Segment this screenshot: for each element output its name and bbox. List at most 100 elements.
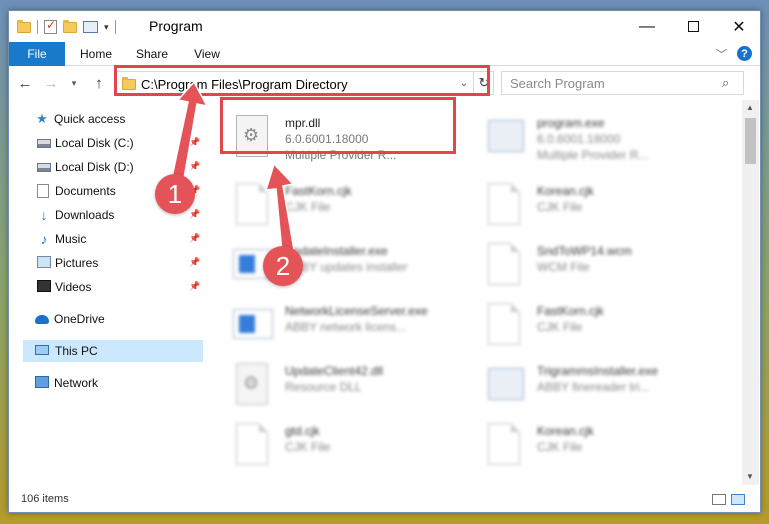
file-type: WCM File bbox=[537, 260, 590, 274]
file-name: TrigrammsInstaller.exe bbox=[537, 364, 658, 378]
file-item[interactable]: Korean.cjk CJK File bbox=[465, 416, 705, 472]
file-item[interactable]: FastKorn.cjk CJK File bbox=[213, 176, 453, 232]
file-name: Korean.cjk bbox=[537, 184, 594, 198]
file-name: SndToWP14.wcm bbox=[537, 244, 632, 258]
file-item-program-exe[interactable]: program.exe 6.0.6001.18000 Multiple Prov… bbox=[465, 108, 705, 164]
star-icon: ★ bbox=[36, 111, 48, 126]
file-item[interactable]: UpdateInstaller.exe ABBY updates install… bbox=[213, 236, 453, 292]
sidebar-item-pictures[interactable]: Pictures 📌 bbox=[9, 252, 203, 274]
help-icon[interactable]: ? bbox=[737, 46, 752, 61]
tab-file[interactable]: File bbox=[9, 42, 65, 66]
document-file-icon bbox=[236, 423, 268, 465]
document-file-icon bbox=[488, 243, 520, 285]
sidebar-item-music[interactable]: ♪ Music 📌 bbox=[9, 228, 203, 250]
file-name: FastKorn.cjk bbox=[285, 184, 352, 198]
application-icon bbox=[233, 309, 273, 339]
scroll-up-arrow-icon[interactable]: ▲ bbox=[746, 103, 754, 112]
vertical-scrollbar[interactable]: ▲ ▼ bbox=[742, 100, 759, 485]
file-name: UpdateClient42.dll bbox=[285, 364, 384, 378]
folder-icon[interactable] bbox=[17, 19, 31, 33]
properties-check-icon[interactable] bbox=[44, 18, 57, 34]
sidebar-item-quick-access[interactable]: ★ Quick access bbox=[9, 108, 203, 130]
file-name: FastKorn.cjk bbox=[537, 304, 604, 318]
file-type: CJK File bbox=[537, 320, 583, 334]
sidebar-item-label: Quick access bbox=[54, 112, 126, 126]
installer-icon bbox=[488, 368, 524, 400]
up-arrow-icon[interactable]: ↑ bbox=[89, 73, 109, 93]
sidebar-item-label: Videos bbox=[55, 280, 92, 294]
quick-access-toolbar: ▾ bbox=[17, 17, 116, 37]
file-details: program.exe 6.0.6001.18000 Multiple Prov… bbox=[537, 115, 648, 163]
file-highlight bbox=[220, 97, 456, 154]
file-item[interactable]: gtd.cjk CJK File bbox=[213, 416, 453, 472]
new-folder-icon[interactable] bbox=[63, 19, 77, 33]
network-icon bbox=[35, 376, 49, 388]
tab-home[interactable]: Home bbox=[67, 42, 125, 66]
file-name: gtd.cjk bbox=[285, 424, 320, 438]
view-options-icon[interactable] bbox=[83, 21, 98, 33]
maximize-button[interactable] bbox=[670, 11, 716, 42]
step-2-badge: 2 bbox=[263, 246, 303, 286]
sidebar-item-videos[interactable]: Videos 📌 bbox=[9, 276, 203, 298]
minimize-button[interactable]: — bbox=[624, 11, 670, 42]
document-file-icon bbox=[488, 183, 520, 225]
document-file-icon bbox=[488, 423, 520, 465]
pin-icon: 📌 bbox=[189, 209, 201, 219]
file-details: FastKorn.cjk CJK File bbox=[537, 303, 604, 335]
video-icon bbox=[37, 280, 51, 292]
step-1-badge: 1 bbox=[155, 174, 195, 214]
pictures-icon bbox=[37, 256, 51, 268]
sidebar-item-local-disk-c[interactable]: Local Disk (C:) 📌 bbox=[9, 132, 203, 154]
file-type: CJK File bbox=[285, 440, 331, 454]
sidebar-item-label: Local Disk (D:) bbox=[55, 160, 134, 174]
download-icon: ↓ bbox=[40, 207, 48, 223]
file-list: mpr.dll 6.0.6001.18000 Multiple Provider… bbox=[213, 100, 741, 485]
sidebar-item-label: Documents bbox=[55, 184, 116, 198]
tiles-view-icon[interactable] bbox=[731, 494, 745, 505]
file-details: TrigrammsInstaller.exe ABBY finereader t… bbox=[537, 363, 658, 395]
cloud-icon bbox=[35, 315, 49, 324]
scrollbar-thumb[interactable] bbox=[745, 118, 756, 164]
sidebar-item-onedrive[interactable]: OneDrive bbox=[9, 308, 203, 330]
item-count: 106 items bbox=[21, 493, 69, 505]
close-button[interactable]: ✕ bbox=[716, 11, 760, 42]
toolbar-separator bbox=[114, 20, 116, 34]
file-item[interactable]: NetworkLicenseServer.exe ABBY network li… bbox=[213, 296, 453, 352]
tab-share[interactable]: Share bbox=[125, 42, 179, 66]
documents-icon bbox=[37, 184, 49, 198]
file-type: ABBY updates installer bbox=[285, 260, 408, 274]
toolbar-separator bbox=[37, 20, 38, 34]
file-item[interactable]: FastKorn.cjk CJK File bbox=[465, 296, 705, 352]
file-item[interactable]: Korean.cjk CJK File bbox=[465, 176, 705, 232]
document-file-icon bbox=[236, 183, 268, 225]
ribbon-tabs: File Home Share View ﹀ ? bbox=[9, 42, 760, 66]
music-icon: ♪ bbox=[40, 231, 48, 247]
sidebar-item-label: Network bbox=[54, 376, 99, 390]
maximize-icon bbox=[687, 21, 699, 32]
file-name: program.exe bbox=[537, 116, 605, 130]
search-input[interactable]: Search Program ⌕ bbox=[501, 71, 744, 95]
address-bar-highlight bbox=[114, 65, 490, 96]
scroll-down-arrow-icon[interactable]: ▼ bbox=[746, 472, 754, 481]
recent-locations-chevron-icon[interactable]: ▾ bbox=[64, 73, 84, 93]
title-bar: ▾ Program — ✕ bbox=[9, 11, 760, 42]
details-view-icon[interactable] bbox=[712, 494, 726, 505]
file-name: Korean.cjk bbox=[537, 424, 594, 438]
file-item[interactable]: UpdateClient42.dll Resource DLL bbox=[213, 356, 453, 412]
file-name: UpdateInstaller.exe bbox=[285, 244, 388, 258]
file-type: CJK File bbox=[285, 200, 331, 214]
sidebar-item-network[interactable]: Network bbox=[9, 372, 203, 394]
search-icon[interactable]: ⌕ bbox=[722, 75, 729, 91]
expand-ribbon-chevron-icon[interactable]: ﹀ bbox=[716, 46, 727, 62]
file-item[interactable]: TrigrammsInstaller.exe ABBY finereader t… bbox=[465, 356, 705, 412]
file-item[interactable]: SndToWP14.wcm WCM File bbox=[465, 236, 705, 292]
forward-arrow-icon[interactable]: → bbox=[41, 73, 61, 93]
pin-icon: 📌 bbox=[189, 233, 201, 243]
sidebar-item-this-pc[interactable]: This PC bbox=[23, 340, 203, 362]
tab-view[interactable]: View bbox=[181, 42, 233, 66]
file-description: Multiple Provider R... bbox=[537, 148, 649, 162]
customize-toolbar-chevron-icon[interactable]: ▾ bbox=[104, 22, 109, 33]
file-name: NetworkLicenseServer.exe bbox=[285, 304, 428, 318]
back-arrow-icon[interactable]: ← bbox=[15, 73, 35, 93]
search-placeholder: Search Program bbox=[510, 76, 605, 91]
